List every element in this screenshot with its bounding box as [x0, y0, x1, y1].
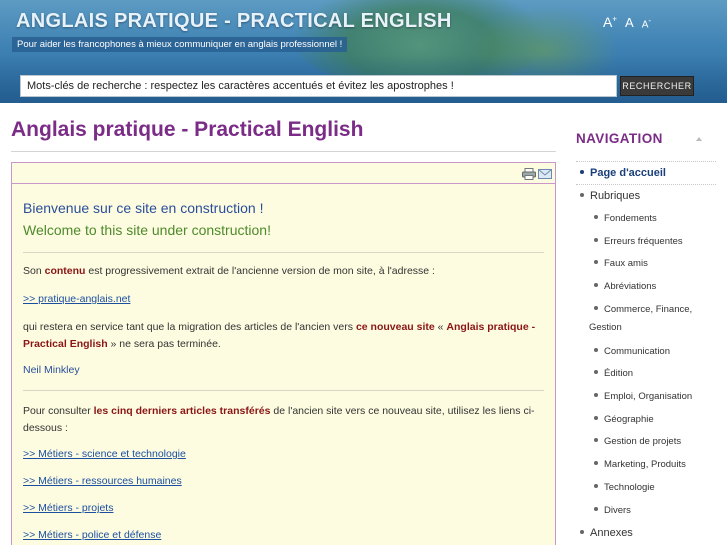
nav-item-geographie[interactable]: Géographie [594, 414, 654, 425]
site-header: ANGLAIS PRATIQUE - PRACTICAL ENGLISH Pou… [0, 0, 727, 103]
nav-item-label: Annexes [590, 527, 633, 539]
article-panel: Bienvenue sur ce site en construction ! … [11, 162, 556, 545]
search-button[interactable]: RECHERCHER [620, 76, 694, 96]
font-decrease-button[interactable]: A- [642, 16, 651, 30]
bullet-icon [594, 507, 598, 512]
old-site-link[interactable]: >> pratique-anglais.net [23, 293, 130, 305]
nav-item-rubriques[interactable]: Rubriques [580, 190, 640, 202]
chevron-up-icon[interactable] [696, 137, 702, 141]
bullet-icon [594, 484, 598, 489]
bullet-icon [594, 348, 598, 353]
nav-divider [576, 161, 716, 162]
nav-item-annexes[interactable]: Annexes [580, 527, 633, 539]
migration-paragraph: qui restera en service tant que la migra… [23, 319, 543, 353]
welcome-heading-en: Welcome to this site under construction! [23, 222, 271, 238]
print-icon[interactable] [522, 168, 536, 180]
nav-item-commerce-continued[interactable]: Gestion [589, 322, 622, 333]
bullet-icon [594, 461, 598, 466]
title-divider [11, 151, 556, 152]
article-link[interactable]: >> Métiers - projets [23, 502, 113, 514]
nav-item-edition[interactable]: Édition [594, 368, 633, 379]
nav-item-faux-amis[interactable]: Faux amis [594, 258, 648, 269]
p2-bold-new-site: ce nouveau site [355, 321, 435, 333]
nav-item-divers[interactable]: Divers [594, 505, 631, 516]
section-divider [23, 390, 544, 391]
bullet-icon [580, 193, 584, 198]
bullet-icon [594, 215, 598, 220]
welcome-heading-fr: Bienvenue sur ce site en construction ! [23, 200, 264, 216]
site-tagline: Pour aider les francophones à mieux comm… [12, 37, 348, 52]
p1-text-pre: Son [23, 265, 45, 277]
nav-item-label: Fondements [604, 213, 657, 224]
p2-text-pre: qui restera en service tant que la migra… [23, 321, 356, 333]
nav-item-label: Communication [604, 346, 670, 357]
bullet-icon [594, 283, 598, 288]
bullet-icon [580, 170, 584, 175]
nav-item-label: Marketing, Produits [604, 459, 686, 470]
nav-item-label: Gestion de projets [604, 436, 682, 447]
intro-paragraph: Son contenu est progressivement extrait … [23, 263, 543, 280]
nav-item-home[interactable]: Page d'accueil [580, 167, 666, 179]
bullet-icon [594, 416, 598, 421]
nav-item-label: Commerce, Finance, [604, 304, 693, 315]
article-link[interactable]: >> Métiers - ressources humaines [23, 475, 182, 487]
nav-item-fondements[interactable]: Fondements [594, 213, 657, 224]
site-title[interactable]: ANGLAIS PRATIQUE - PRACTICAL ENGLISH [16, 10, 452, 33]
bullet-icon [594, 438, 598, 443]
p3-text-pre: Pour consulter [23, 405, 94, 417]
nav-item-erreurs[interactable]: Erreurs fréquentes [594, 236, 683, 247]
email-icon[interactable] [538, 169, 552, 179]
article-link[interactable]: >> Métiers - science et technologie [23, 448, 186, 460]
font-decrease-minus: - [648, 15, 652, 25]
article-toolbar [12, 163, 555, 184]
author-name: Neil Minkley [23, 364, 80, 376]
p1-bold: contenu [44, 265, 86, 277]
nav-item-label: Géographie [604, 414, 654, 425]
nav-item-gestion-projets[interactable]: Gestion de projets [594, 436, 681, 447]
nav-item-communication[interactable]: Communication [594, 346, 670, 357]
font-increase-plus: + [612, 14, 618, 24]
recent-articles-paragraph: Pour consulter les cinq derniers article… [23, 403, 543, 437]
font-default-button[interactable]: A [625, 15, 634, 30]
p2-text-post: » ne sera pas terminée. [107, 338, 221, 350]
nav-item-emploi[interactable]: Emploi, Organisation [594, 391, 692, 402]
search-bar: RECHERCHER [0, 73, 727, 103]
font-increase-label: A [603, 14, 613, 30]
nav-item-label: Faux amis [604, 258, 648, 269]
nav-item-label: Emploi, Organisation [604, 391, 693, 402]
nav-item-marketing[interactable]: Marketing, Produits [594, 459, 686, 470]
article-link[interactable]: >> Métiers - police et défense [23, 529, 161, 541]
bullet-icon [594, 238, 598, 243]
navigation-title: NAVIGATION [576, 131, 663, 146]
nav-item-label: Divers [604, 505, 631, 516]
nav-divider [576, 184, 716, 185]
nav-item-label: Édition [604, 368, 634, 379]
bullet-icon [594, 260, 598, 265]
nav-item-label: Abréviations [604, 281, 657, 292]
nav-item-label: Erreurs fréquentes [604, 236, 683, 247]
nav-item-technologie[interactable]: Technologie [594, 482, 655, 493]
bullet-icon [594, 393, 598, 398]
nav-item-label: Technologie [604, 482, 655, 493]
font-size-controls: A+ A A- [603, 14, 651, 30]
p3-bold: les cinq derniers articles transférés [93, 405, 271, 417]
section-divider [23, 252, 544, 253]
bullet-icon [594, 306, 598, 311]
font-increase-button[interactable]: A+ [603, 14, 617, 30]
nav-item-label: Rubriques [590, 190, 641, 202]
bullet-icon [580, 530, 584, 535]
nav-item-abreviations[interactable]: Abréviations [594, 281, 656, 292]
nav-item-label: Page d'accueil [590, 167, 666, 179]
p2-text-mid: « [434, 321, 447, 333]
page-title: Anglais pratique - Practical English [11, 118, 364, 141]
bullet-icon [594, 370, 598, 375]
nav-item-commerce[interactable]: Commerce, Finance, [594, 304, 692, 315]
p1-text-post: est progressivement extrait de l'ancienn… [85, 265, 435, 277]
search-input[interactable] [20, 75, 617, 97]
